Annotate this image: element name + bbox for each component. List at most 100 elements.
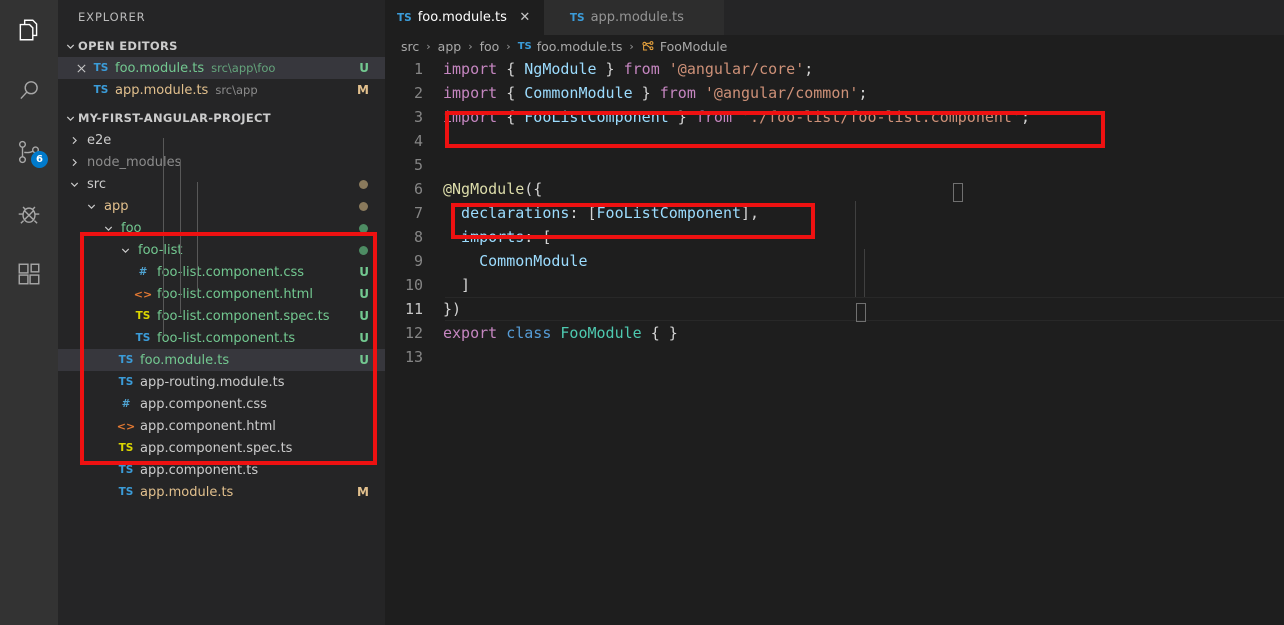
code-line[interactable]: 6 @NgModule({ [385, 177, 1284, 201]
code-line-text: ] [443, 276, 470, 294]
code-line[interactable]: 12 export class FooModule { } [385, 321, 1284, 345]
breadcrumb-item[interactable]: TS foo.module.ts [518, 39, 623, 54]
tree-row[interactable]: TS app.component.ts [58, 459, 385, 481]
code-line-text: import { NgModule } from '@angular/core'… [443, 60, 813, 78]
code-line[interactable]: 1 import { NgModule } from '@angular/core… [385, 57, 1284, 81]
breadcrumb-separator: › [629, 39, 634, 53]
typescript-icon: TS [93, 84, 109, 96]
tree-row[interactable]: src [58, 173, 385, 195]
project-header[interactable]: MY-FIRST-ANGULAR-PROJECT [58, 107, 385, 129]
code-line[interactable]: 3 import { FooListComponent } from './foo… [385, 105, 1284, 129]
chevron-down-icon [62, 35, 78, 57]
code-token: } [632, 84, 660, 102]
typescript-spec-icon: TS [118, 442, 134, 454]
tree-row[interactable]: TS foo-list.component.ts U [58, 327, 385, 349]
status-badge: U [359, 61, 369, 75]
code-line[interactable]: 11}) [385, 297, 1284, 321]
tree-row[interactable]: TS app.component.spec.ts [58, 437, 385, 459]
chevron-right-icon[interactable] [66, 151, 82, 173]
breadcrumb-item[interactable]: foo [480, 39, 500, 54]
tree-row[interactable]: TS app-routing.module.ts [58, 371, 385, 393]
status-badge: U [359, 331, 369, 345]
tab-app-module-ts[interactable]: TS app.module.ts [543, 0, 724, 35]
tree-row[interactable]: app [58, 195, 385, 217]
code-token: import [443, 84, 507, 102]
typescript-icon: TS [118, 354, 134, 366]
tree-row[interactable]: <> app.component.html [58, 415, 385, 437]
code-line[interactable]: 10 ] [385, 273, 1284, 297]
line-number: 6 [413, 180, 423, 198]
code-line[interactable]: 7 declarations: [FooListComponent], [385, 201, 1284, 225]
code-token: declarations [443, 204, 570, 222]
tree-row[interactable]: foo [58, 217, 385, 239]
close-icon[interactable] [70, 63, 92, 74]
source-control-badge: 6 [31, 151, 48, 168]
tree-row[interactable]: <> foo-list.component.html U [58, 283, 385, 305]
file-tree: e2e node_modules src app foo foo-list # foo-lis… [58, 129, 385, 503]
code-token: } [596, 60, 624, 78]
breadcrumb-separator: › [426, 39, 431, 53]
code-token: { [506, 84, 525, 102]
tab-label: app.module.ts [590, 10, 684, 25]
code-editor-content[interactable]: 1 import { NgModule } from '@angular/core… [385, 57, 1284, 625]
activity-explorer-button[interactable] [0, 6, 58, 54]
code-indent-guide [855, 201, 856, 297]
tree-row[interactable]: # foo-list.component.css U [58, 261, 385, 283]
chevron-down-icon[interactable] [83, 195, 99, 217]
code-line[interactable]: 4 [385, 129, 1284, 153]
code-line[interactable]: 2 import { CommonModule } from '@angular/… [385, 81, 1284, 105]
tree-row[interactable]: TS app.module.ts M [58, 481, 385, 503]
open-editor-name: app.module.ts [115, 82, 209, 98]
chevron-down-icon[interactable] [100, 217, 116, 239]
tab-foo-module-ts[interactable]: TS foo.module.ts ✕ [385, 0, 544, 35]
line-number: 8 [413, 228, 423, 246]
code-line[interactable]: 13 [385, 345, 1284, 369]
change-dot-indicator [359, 201, 368, 211]
code-token: CommonModule [524, 84, 633, 102]
code-token: ; [1021, 108, 1031, 126]
tree-row-label: app-routing.module.ts [140, 374, 285, 390]
css-icon: # [121, 398, 131, 410]
breadcrumb-label: foo.module.ts [536, 38, 623, 54]
activity-debug-button[interactable] [0, 189, 58, 237]
tree-row[interactable]: e2e [58, 129, 385, 151]
tree-row[interactable]: TS foo.module.ts U [58, 349, 385, 371]
open-editor-name: foo.module.ts [115, 60, 205, 76]
tab-close-icon[interactable]: ✕ [516, 10, 534, 25]
code-line[interactable]: 5 [385, 153, 1284, 177]
breadcrumb-item[interactable]: src [401, 39, 419, 54]
breadcrumb-item[interactable]: FooModule [641, 39, 727, 54]
open-editor-row-foo-module[interactable]: TS foo.module.ts src\app\foo U [58, 57, 385, 79]
typescript-icon: TS [93, 62, 109, 74]
tree-row-label: foo.module.ts [140, 352, 230, 368]
tree-row[interactable]: node_modules [58, 151, 385, 173]
activity-search-button[interactable] [0, 67, 58, 115]
open-editors-header[interactable]: OPEN EDITORS [58, 35, 385, 57]
tree-row[interactable]: # app.component.css [58, 393, 385, 415]
chevron-down-icon[interactable] [117, 239, 133, 261]
code-line[interactable]: 8 imports: [ [385, 225, 1284, 249]
open-editor-row-app-module[interactable]: TS app.module.ts src\app M [58, 79, 385, 101]
tree-row[interactable]: TS foo-list.component.spec.ts U [58, 305, 385, 327]
change-dot-indicator [359, 223, 368, 233]
tree-row[interactable]: foo-list [58, 239, 385, 261]
code-token: import [443, 108, 507, 126]
tree-row-label: app.component.ts [140, 462, 259, 478]
code-line-text: import { CommonModule } from '@angular/c… [443, 84, 867, 102]
chevron-right-icon[interactable] [66, 129, 82, 151]
activity-source-control-button[interactable]: 6 [0, 128, 58, 176]
typescript-icon: TS [118, 464, 134, 476]
typescript-icon: TS [118, 376, 134, 388]
chevron-down-icon [62, 107, 78, 129]
code-token: }) [443, 300, 462, 318]
code-line[interactable]: 9 CommonModule [385, 249, 1284, 273]
chevron-down-icon[interactable] [66, 173, 82, 195]
tree-row-label: foo-list [138, 242, 183, 258]
breadcrumb-item[interactable]: app [438, 39, 462, 54]
activity-extensions-button[interactable] [0, 250, 58, 298]
